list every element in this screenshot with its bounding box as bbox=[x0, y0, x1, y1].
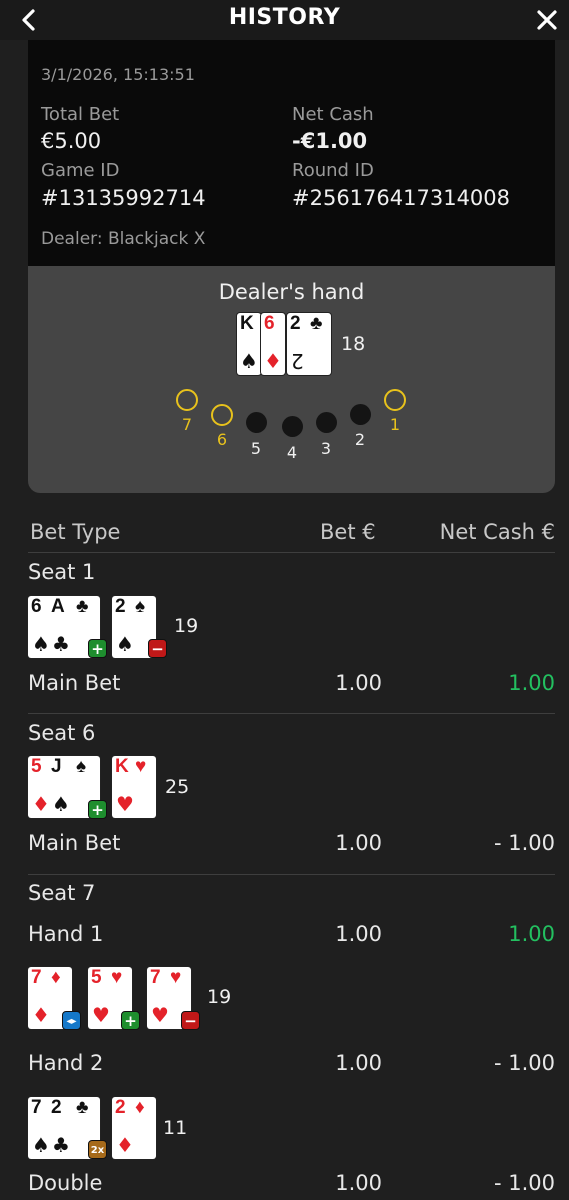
divider bbox=[28, 713, 555, 714]
bet-type-cell: Double bbox=[28, 1171, 103, 1195]
round-info-card: 3/1/2026, 15:13:51 Total Bet €5.00 Net C… bbox=[28, 40, 555, 266]
net-cash-cell: - 1.00 bbox=[493, 1051, 555, 1075]
col-header-bet-type: Bet Type bbox=[30, 520, 121, 544]
hit-badge-icon: + bbox=[121, 1011, 140, 1030]
hand-2-label: Hand 2 bbox=[28, 1051, 104, 1075]
card: 2 ♦ ♦ bbox=[112, 1097, 156, 1159]
header: HISTORY bbox=[0, 0, 569, 40]
net-cash-cell: - 1.00 bbox=[493, 1171, 555, 1195]
seat-6-label: Seat 6 bbox=[28, 721, 96, 745]
double-badge-icon: 2x bbox=[88, 1140, 107, 1159]
bet-type-cell: Main Bet bbox=[28, 831, 121, 855]
bet-type-cell: Main Bet bbox=[28, 671, 121, 695]
seat-number: 7 bbox=[181, 415, 193, 434]
seat-number: 1 bbox=[389, 415, 401, 434]
total-bet-label: Total Bet bbox=[41, 104, 120, 125]
net-cash-value: -€1.00 bbox=[292, 129, 368, 153]
game-id-label: Game ID bbox=[41, 160, 120, 181]
seat-marker-1 bbox=[384, 389, 406, 411]
split-badge-icon: ◂▸ bbox=[62, 1011, 81, 1030]
bet-amount-cell: 1.00 bbox=[335, 1051, 382, 1075]
dealer-name: Dealer: Blackjack X bbox=[41, 229, 206, 249]
page-title: HISTORY bbox=[228, 5, 341, 30]
dealer-card: 6 ♦ bbox=[261, 313, 285, 375]
dealer-hand-panel: Dealer's hand K ♠ 6 ♦ 2 2 ♣ 18 7 6 5 4 3… bbox=[28, 266, 555, 493]
card: K ♥ ♥ bbox=[112, 756, 156, 818]
bet-amount-cell: 1.00 bbox=[335, 922, 382, 946]
round-datetime: 3/1/2026, 15:13:51 bbox=[41, 65, 195, 84]
total-bet-value: €5.00 bbox=[41, 129, 102, 153]
net-cash-label: Net Cash bbox=[292, 104, 374, 125]
close-icon[interactable] bbox=[535, 8, 559, 32]
seat-marker-4 bbox=[282, 416, 303, 437]
seat-number: 5 bbox=[250, 439, 262, 458]
seat-marker-3 bbox=[316, 412, 337, 433]
seat-marker-2 bbox=[350, 404, 371, 425]
bet-amount-cell: 1.00 bbox=[335, 671, 382, 695]
divider bbox=[28, 874, 555, 875]
net-cash-cell: - 1.00 bbox=[493, 831, 555, 855]
stand-badge-icon: − bbox=[148, 639, 167, 658]
col-header-bet: Bet € bbox=[320, 520, 376, 544]
hand-total: 19 bbox=[207, 986, 232, 1008]
seat-number: 3 bbox=[320, 439, 332, 458]
stand-badge-icon: − bbox=[181, 1011, 200, 1030]
hand-total: 11 bbox=[163, 1117, 188, 1139]
bet-amount-cell: 1.00 bbox=[335, 831, 382, 855]
seat-number: 4 bbox=[286, 443, 298, 462]
hand-1-label: Hand 1 bbox=[28, 922, 104, 946]
hit-badge-icon: + bbox=[88, 800, 107, 819]
seat-marker-7 bbox=[176, 389, 198, 411]
round-id-value: #256176417314008 bbox=[292, 186, 511, 210]
dealer-card: K ♠ bbox=[237, 313, 261, 375]
round-id-label: Round ID bbox=[292, 160, 374, 181]
hand-total: 19 bbox=[174, 615, 199, 637]
seat-marker-5 bbox=[246, 412, 267, 433]
col-header-net-cash: Net Cash € bbox=[439, 520, 555, 544]
hand-total: 25 bbox=[165, 776, 190, 798]
seat-7-label: Seat 7 bbox=[28, 881, 96, 905]
seat-number: 6 bbox=[216, 430, 228, 449]
game-id-value: #13135992714 bbox=[41, 186, 206, 210]
divider bbox=[28, 552, 555, 553]
hit-badge-icon: + bbox=[88, 639, 107, 658]
net-cash-cell: 1.00 bbox=[508, 671, 555, 695]
dealer-hand-total: 18 bbox=[341, 333, 366, 355]
bet-amount-cell: 1.00 bbox=[335, 1171, 382, 1195]
seat-marker-6 bbox=[211, 404, 233, 426]
dealer-hand-title: Dealer's hand bbox=[218, 280, 365, 304]
seat-number: 2 bbox=[354, 430, 366, 449]
seat-1-label: Seat 1 bbox=[28, 560, 96, 584]
net-cash-cell: 1.00 bbox=[508, 922, 555, 946]
dealer-card: 2 2 ♣ bbox=[287, 313, 331, 375]
